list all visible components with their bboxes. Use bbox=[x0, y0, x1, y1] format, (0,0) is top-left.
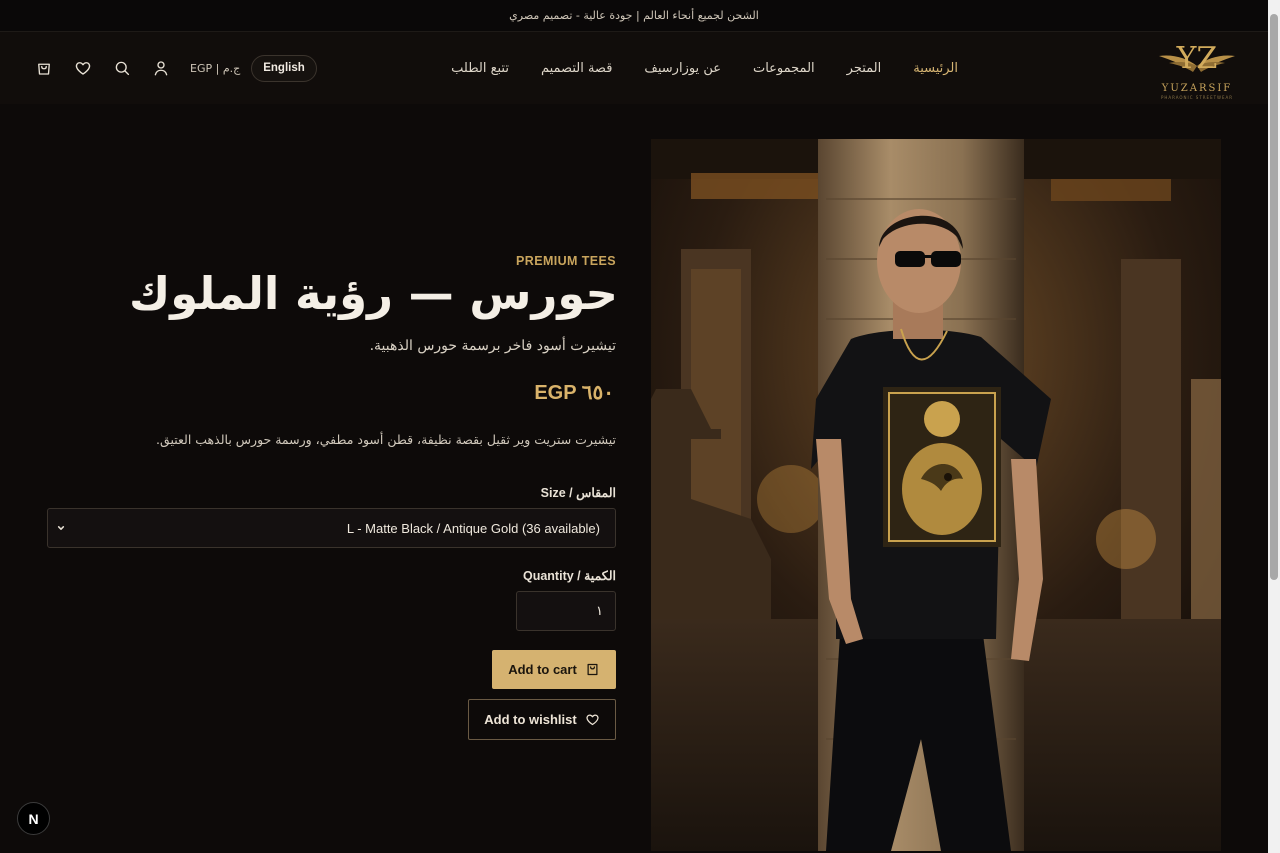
add-to-cart-label: Add to cart bbox=[508, 662, 577, 677]
logo-emblem: YZ bbox=[1159, 41, 1235, 76]
next-dev-badge[interactable]: N bbox=[17, 802, 50, 835]
product-price: EGP ٦٥٠ bbox=[534, 382, 614, 404]
product-description: تيشيرت ستريت وير ثقيل بقصة نظيفة، قطن أس… bbox=[156, 432, 616, 447]
site-logo[interactable]: YZ YUZARSIF PHARAONIC STREETWEAR bbox=[1154, 36, 1240, 102]
nav-shop[interactable]: المتجر bbox=[847, 61, 882, 76]
add-to-cart-button[interactable]: Add to cart bbox=[492, 650, 616, 689]
size-label: Size / المقاس bbox=[540, 486, 616, 500]
product-subtitle: تيشيرت أسود فاخر برسمة حورس الذهبية. bbox=[369, 338, 616, 354]
nav-home[interactable]: الرئيسية bbox=[913, 61, 958, 76]
nav-design-story[interactable]: قصة التصميم bbox=[541, 61, 612, 76]
language-button[interactable]: English bbox=[251, 54, 317, 82]
product-title: حورس — رؤية الملوك bbox=[128, 267, 618, 320]
site-header: EGP | ج.م English الرئيسية المتجر المجمو… bbox=[0, 32, 1268, 104]
main-nav: الرئيسية المتجر المجموعات عن يوزارسيف قص… bbox=[451, 32, 958, 104]
header-tools: EGP | ج.م English bbox=[30, 32, 317, 104]
quantity-input[interactable]: ١ bbox=[516, 591, 616, 631]
nav-collections[interactable]: المجموعات bbox=[753, 61, 815, 76]
search-icon[interactable] bbox=[108, 54, 136, 82]
heart-icon[interactable] bbox=[69, 54, 97, 82]
user-icon[interactable] bbox=[147, 54, 175, 82]
nav-track-order[interactable]: تتبع الطلب bbox=[451, 61, 509, 76]
logo-text: YUZARSIF bbox=[1161, 83, 1233, 94]
announcement-text: الشحن لجميع أنحاء العالم | جودة عالية - … bbox=[509, 9, 759, 22]
size-select-value: L - Matte Black / Antique Gold (36 avail… bbox=[346, 520, 600, 536]
scrollbar-thumb[interactable] bbox=[1270, 14, 1278, 580]
logo-tagline: PHARAONIC STREETWEAR bbox=[1160, 95, 1234, 100]
chevron-down-icon bbox=[57, 526, 65, 530]
cart-icon[interactable] bbox=[30, 54, 58, 82]
add-to-wishlist-button[interactable]: Add to wishlist bbox=[468, 699, 616, 740]
add-to-wishlist-label: Add to wishlist bbox=[484, 712, 577, 727]
announcement-bar: الشحن لجميع أنحاء العالم | جودة عالية - … bbox=[0, 0, 1268, 32]
size-select[interactable]: L - Matte Black / Antique Gold (36 avail… bbox=[47, 508, 616, 548]
svg-text:YZ: YZ bbox=[1176, 41, 1218, 76]
product-image[interactable] bbox=[651, 139, 1221, 851]
nav-about[interactable]: عن يوزارسيف bbox=[644, 61, 721, 76]
quantity-label: Quantity / الكمية bbox=[522, 569, 616, 583]
heart-icon bbox=[586, 714, 599, 726]
scrollbar[interactable] bbox=[1268, 0, 1280, 853]
currency-selector[interactable]: EGP | ج.م bbox=[190, 62, 240, 75]
cart-icon bbox=[587, 663, 598, 676]
